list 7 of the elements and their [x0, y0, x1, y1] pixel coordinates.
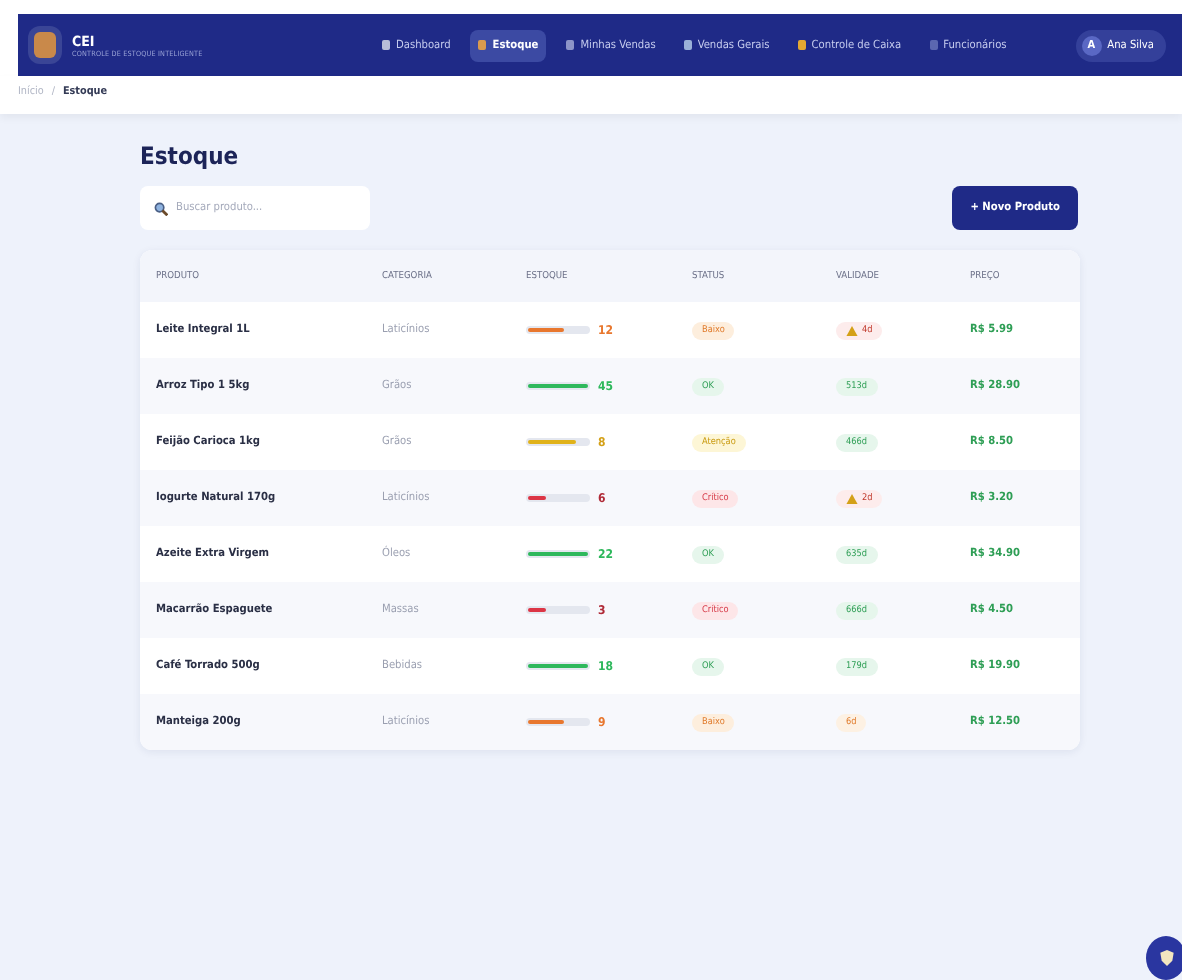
warning-icon — [846, 493, 858, 503]
help-button[interactable] — [1146, 936, 1182, 980]
search-icon — [154, 201, 168, 215]
box-icon — [34, 32, 56, 58]
warning-icon — [846, 325, 858, 335]
page-title: Estoque — [140, 142, 241, 170]
shield-icon — [1159, 950, 1173, 966]
